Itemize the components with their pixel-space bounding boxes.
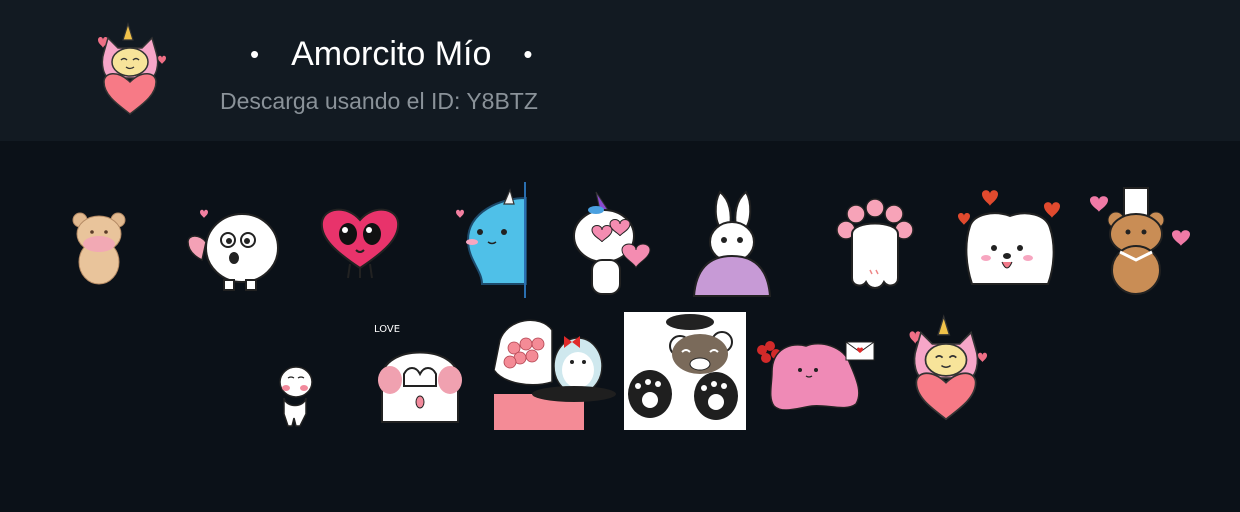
white-blob-hiding-face-sticker-icon[interactable]: LOVE (370, 318, 470, 426)
unicorn-cat-heart-sticker-icon[interactable] (896, 312, 996, 426)
white-dog-hearts-sticker-icon[interactable] (954, 186, 1066, 294)
bear-chef-hat-sticker-icon[interactable] (1088, 186, 1192, 298)
penguin-roses-bouquet-sticker-icon[interactable] (494, 310, 616, 430)
flower-ghost-back-sticker-icon[interactable] (834, 198, 916, 292)
pack-download-id: Descarga usando el ID: Y8BTZ (220, 88, 538, 114)
pack-header: • Amorcito Mío • Descarga usando el ID: … (0, 0, 1240, 141)
pack-cover-unicorn-cat-icon (88, 20, 172, 120)
blue-narwhal-peek-sticker-icon[interactable] (452, 182, 528, 298)
bunny-girl-hoodie-sticker-icon[interactable] (690, 188, 774, 300)
title-bullet-left: • (250, 38, 260, 69)
unicorn-hearts-sticker-icon[interactable] (562, 186, 654, 298)
tiny-white-bean-sticker-icon[interactable] (270, 362, 318, 428)
white-blob-heart-sticker-icon[interactable] (186, 206, 284, 292)
pink-blob-roses-letter-sticker-icon[interactable] (754, 334, 878, 410)
svg-text:LOVE: LOVE (374, 324, 400, 335)
title-bullet-right: • (523, 38, 533, 69)
pack-title: Amorcito Mío (291, 34, 492, 73)
pack-title-row: • Amorcito Mío • (250, 32, 532, 76)
red-heart-character-sticker-icon[interactable] (318, 204, 402, 280)
teddy-bear-sticker-icon[interactable] (66, 208, 132, 286)
panda-bear-paws-sticker-icon[interactable] (624, 312, 746, 430)
